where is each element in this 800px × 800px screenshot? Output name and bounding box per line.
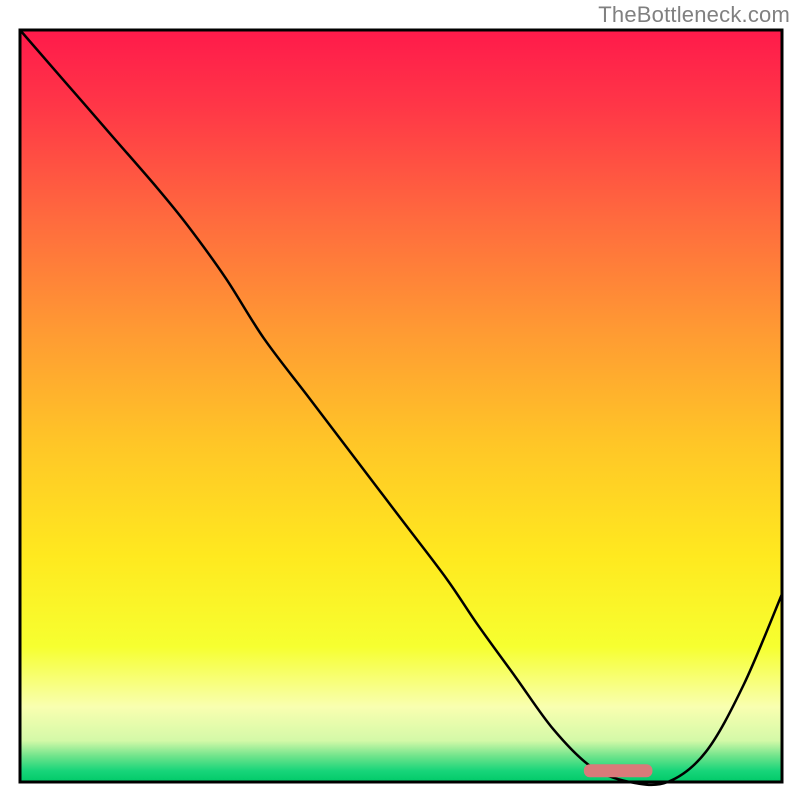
optimal-range-marker [584,764,653,777]
bottleneck-chart [0,0,800,800]
chart-container: { "watermark": "TheBottleneck.com", "cha… [0,0,800,800]
watermark-text: TheBottleneck.com [598,2,790,28]
plot-background [20,30,782,782]
